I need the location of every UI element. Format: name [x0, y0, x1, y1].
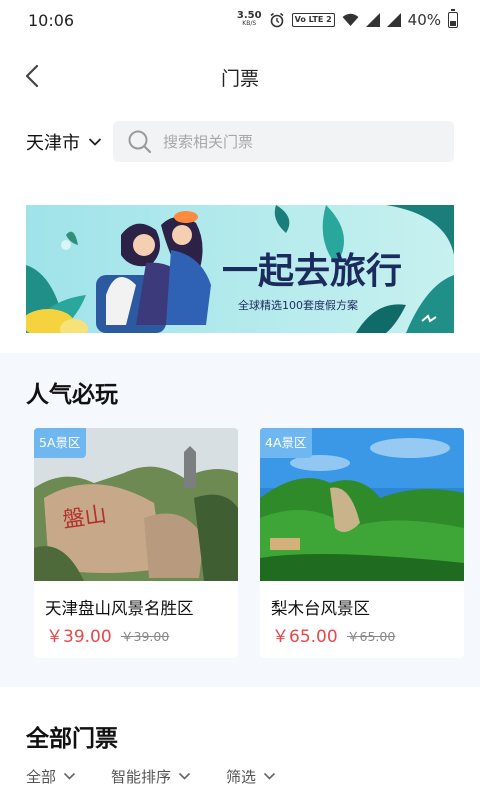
all-tickets-title: 全部门票	[26, 726, 118, 752]
card-original-price: ￥65.00	[347, 629, 396, 644]
rating-badge: 4A景区	[260, 428, 312, 458]
chevron-down-icon	[63, 772, 76, 780]
volte-badge: Vo LTE 2	[291, 13, 335, 27]
card-title: 天津盘山风景名胜区	[45, 599, 194, 618]
filter-bar: 全部 智能排序 筛选	[26, 766, 276, 787]
wifi-icon	[342, 13, 359, 26]
signal-icon-2	[386, 13, 401, 27]
network-speed-unit: KB/S	[242, 20, 257, 27]
filter-label: 智能排序	[111, 768, 172, 786]
popular-section: 人气必玩 盤山 5A景区 天津盘山风景名胜区 ￥39.00 ￥39.00 4A景…	[0, 353, 480, 687]
page-title: 门票	[220, 68, 259, 90]
chevron-down-icon	[178, 772, 191, 780]
promo-banner[interactable]: 一起去旅行 全球精选100套度假方案	[26, 205, 454, 333]
search-input[interactable]	[163, 132, 433, 151]
ticket-card[interactable]: 4A景区 梨木台风景区 ￥65.00 ￥65.00	[260, 428, 464, 658]
network-speed-value: 3.50	[236, 10, 262, 21]
chevron-down-icon	[263, 772, 276, 780]
ticket-card[interactable]: 盤山 5A景区 天津盘山风景名胜区 ￥39.00 ￥39.00	[34, 428, 238, 658]
popular-title: 人气必玩	[26, 382, 118, 408]
banner-headline: 一起去旅行	[222, 251, 402, 292]
battery-percent: 40%	[407, 11, 441, 29]
card-original-price: ￥39.00	[121, 629, 170, 644]
city-label: 天津市	[26, 133, 80, 154]
chevron-down-icon	[88, 138, 102, 146]
city-selector[interactable]: 天津市	[26, 126, 102, 158]
filter-screen[interactable]: 筛选	[226, 766, 276, 787]
card-price: ￥65.00	[272, 627, 338, 647]
header: 门票	[0, 52, 480, 100]
card-price: ￥39.00	[46, 627, 112, 647]
alarm-icon	[270, 12, 284, 28]
status-time: 10:06	[28, 10, 75, 30]
status-icons: 3.50 KB/S Vo LTE 2 40%	[236, 9, 458, 29]
filter-all[interactable]: 全部	[26, 766, 111, 787]
rating-badge: 5A景区	[34, 428, 86, 458]
card-title: 梨木台风景区	[271, 599, 370, 618]
signal-icon	[365, 13, 380, 27]
status-bar: 10:06 3.50 KB/S Vo LTE 2 40%	[0, 0, 480, 40]
banner-illustration: 一起去旅行 全球精选100套度假方案	[26, 205, 454, 333]
search-box[interactable]	[113, 121, 454, 162]
network-speed: 3.50 KB/S	[236, 10, 262, 28]
search-icon	[128, 130, 152, 153]
filter-label: 筛选	[226, 768, 257, 786]
filter-label: 全部	[26, 768, 57, 786]
banner-subline: 全球精选100套度假方案	[238, 298, 358, 312]
battery-icon	[448, 9, 458, 28]
filter-sort[interactable]: 智能排序	[111, 766, 226, 787]
